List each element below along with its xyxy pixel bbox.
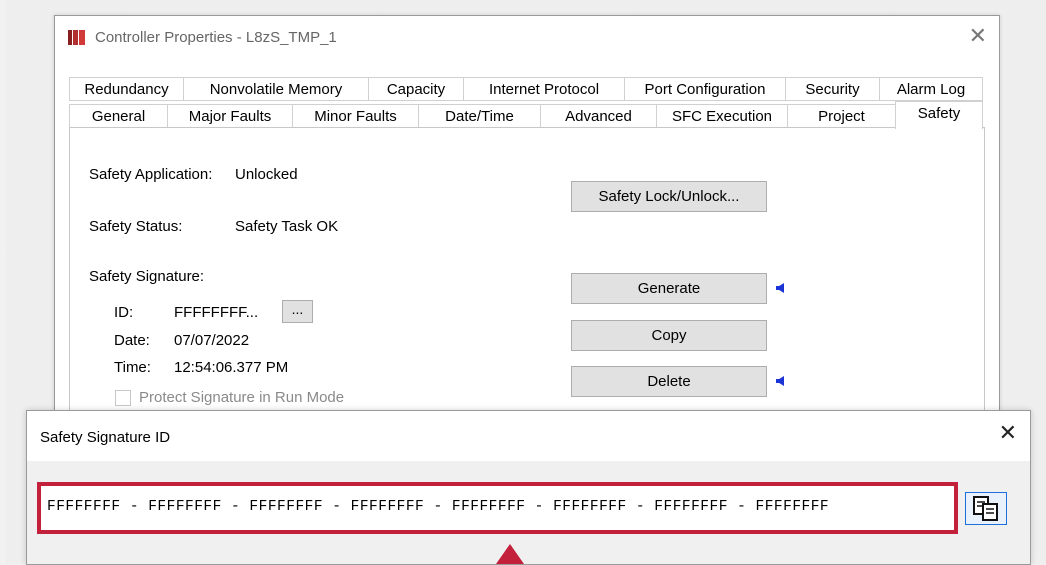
controller-icon <box>68 29 85 46</box>
title-bar: Controller Properties - L8zS_TMP_1 ✕ <box>55 16 999 62</box>
tab-redundancy[interactable]: Redundancy <box>69 77 184 101</box>
tab-general[interactable]: General <box>69 104 168 128</box>
tab-advanced[interactable]: Advanced <box>540 104 657 128</box>
signature-id-more-button[interactable]: ... <box>282 300 313 323</box>
signature-time-label: Time: <box>114 359 151 376</box>
generate-button[interactable]: Generate <box>571 273 767 304</box>
tab-internet-protocol[interactable]: Internet Protocol <box>463 77 625 101</box>
signature-date-label: Date: <box>114 332 150 349</box>
dialog-body: FFFFFFFF - FFFFFFFF - FFFFFFFF - FFFFFFF… <box>27 461 1030 564</box>
tab-date-time[interactable]: Date/Time <box>418 104 541 128</box>
safety-tab-panel: Safety Application: Unlocked Safety Stat… <box>69 127 985 438</box>
copy-to-clipboard-icon[interactable] <box>965 492 1007 525</box>
signature-id-value: FFFFFFFF... <box>174 304 259 321</box>
tab-capacity[interactable]: Capacity <box>368 77 464 101</box>
safety-application-label: Safety Application: <box>89 166 213 183</box>
safety-status-label: Safety Status: <box>89 218 183 235</box>
tab-major-faults[interactable]: Major Faults <box>167 104 293 128</box>
delete-arrow-icon <box>776 376 784 386</box>
tab-safety[interactable]: Safety <box>895 101 983 129</box>
tab-project[interactable]: Project <box>787 104 896 128</box>
signature-highlight-box: FFFFFFFF - FFFFFFFF - FFFFFFFF - FFFFFFF… <box>37 482 958 534</box>
tab-row-top: Redundancy Nonvolatile Memory Capacity I… <box>69 77 983 102</box>
tab-security[interactable]: Security <box>785 77 880 101</box>
tab-minor-faults[interactable]: Minor Faults <box>292 104 419 128</box>
tab-port-configuration[interactable]: Port Configuration <box>624 77 786 101</box>
pointer-triangle-icon <box>496 544 524 564</box>
safety-application-value: Unlocked <box>235 166 298 183</box>
safety-signature-label: Safety Signature: <box>89 268 205 285</box>
protect-signature-label: Protect Signature in Run Mode <box>139 389 345 406</box>
safety-status-value: Safety Task OK <box>235 218 339 235</box>
tab-alarm-log[interactable]: Alarm Log <box>879 77 983 101</box>
clipboard-icon <box>973 496 998 521</box>
dialog-title: Safety Signature ID <box>40 429 171 446</box>
tab-sfc-execution[interactable]: SFC Execution <box>656 104 788 128</box>
tab-nonvolatile-memory[interactable]: Nonvolatile Memory <box>183 77 369 101</box>
signature-id-label: ID: <box>114 304 134 321</box>
delete-button[interactable]: Delete <box>571 366 767 397</box>
signature-id-field[interactable]: FFFFFFFF - FFFFFFFF - FFFFFFFF - FFFFFFF… <box>47 499 829 515</box>
signature-date-value: 07/07/2022 <box>174 332 250 349</box>
tab-row-bottom: General Major Faults Minor Faults Date/T… <box>69 101 983 129</box>
window-title: Controller Properties - L8zS_TMP_1 <box>95 29 337 46</box>
generate-arrow-icon <box>776 283 784 293</box>
controller-properties-window: Controller Properties - L8zS_TMP_1 ✕ Red… <box>54 15 1000 438</box>
safety-lock-unlock-button[interactable]: Safety Lock/Unlock... <box>571 181 767 212</box>
signature-time-value: 12:54:06.377 PM <box>174 359 289 376</box>
safety-signature-id-dialog: Safety Signature ID ✕ FFFFFFFF - FFFFFFF… <box>26 410 1031 565</box>
close-icon[interactable]: ✕ <box>999 421 1017 446</box>
close-icon[interactable]: ✕ <box>969 24 987 49</box>
protect-signature-checkbox[interactable] <box>115 390 131 406</box>
copy-button[interactable]: Copy <box>571 320 767 351</box>
